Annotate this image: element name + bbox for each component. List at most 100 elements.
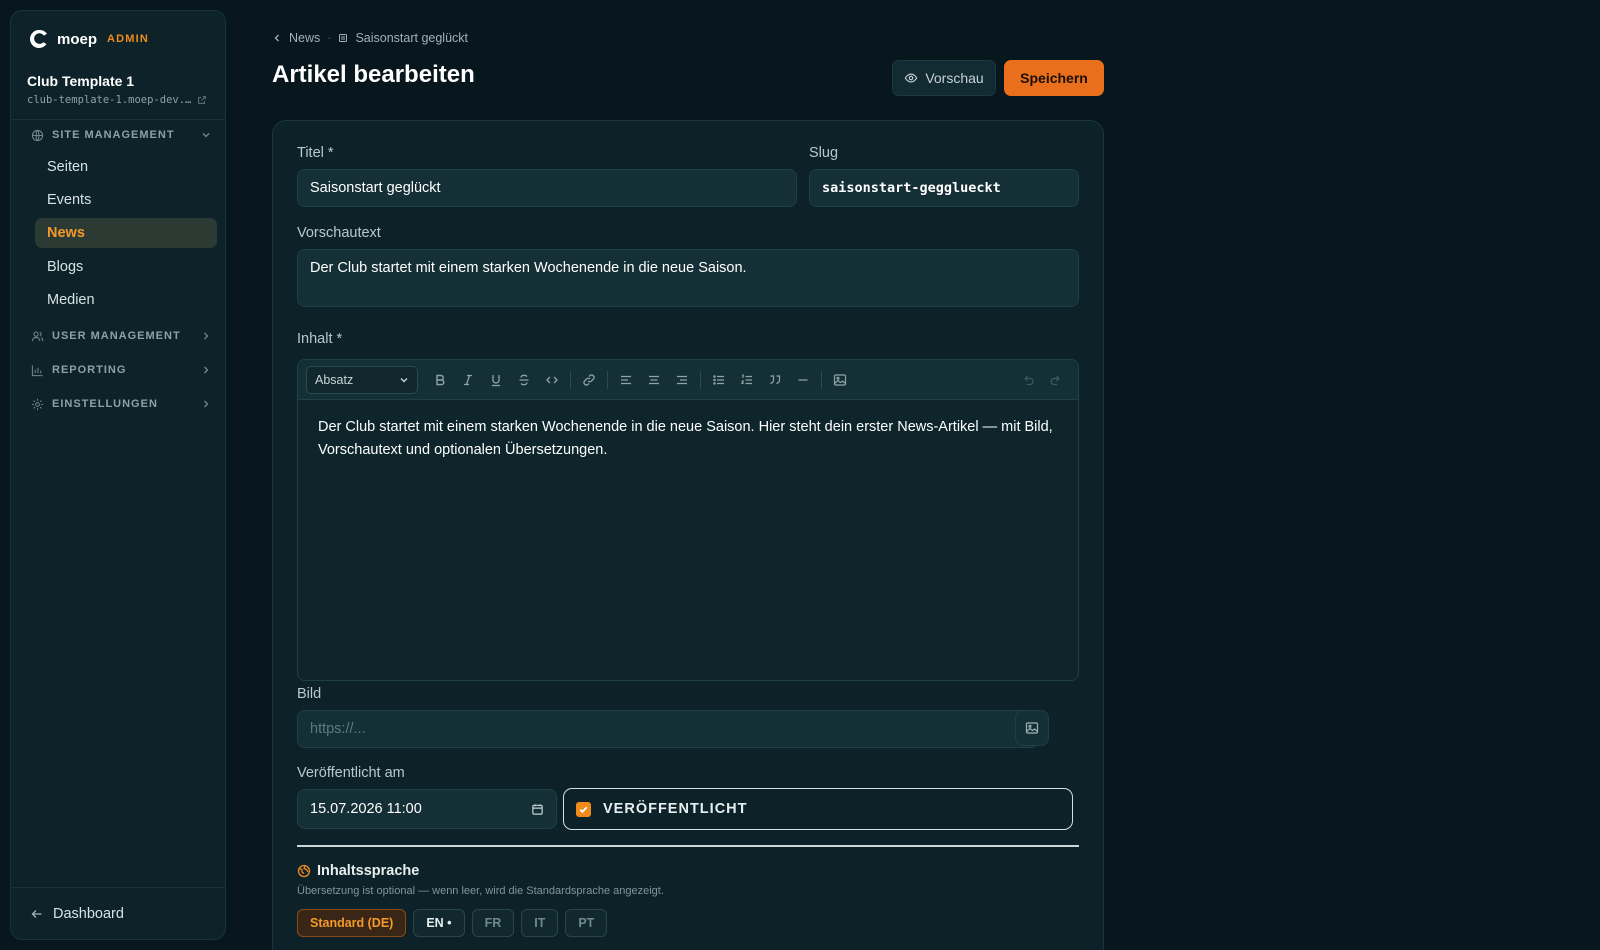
sidebar-item-medien[interactable]: Medien — [35, 285, 217, 315]
align-right-button[interactable] — [668, 366, 696, 394]
breadcrumb: News · Saisonstart geglückt — [272, 31, 468, 45]
align-center-icon — [649, 375, 659, 384]
title-input[interactable]: Saisonstart geglückt — [297, 169, 797, 207]
undo-icon — [1024, 375, 1034, 385]
bar-chart-icon — [31, 364, 43, 376]
bold-button[interactable] — [426, 366, 454, 394]
align-left-icon — [621, 375, 631, 384]
block-format-value: Absatz — [315, 372, 354, 387]
preview-button[interactable]: Vorschau — [892, 60, 996, 96]
chevron-down-icon — [400, 377, 408, 382]
tab-language-en[interactable]: EN • — [413, 909, 465, 937]
chevron-right-icon — [204, 400, 209, 408]
published-at-input[interactable]: 15.07.2026 11:00 — [297, 789, 557, 829]
redo-button[interactable] — [1042, 366, 1070, 394]
sidebar-item-blogs[interactable]: Blogs — [35, 252, 217, 282]
external-link-icon — [198, 96, 207, 104]
ordered-list-icon — [741, 373, 752, 384]
undo-button[interactable] — [1014, 366, 1042, 394]
bullet-list-button[interactable] — [705, 366, 733, 394]
published-toggle[interactable]: VERÖFFENTLICHT — [563, 788, 1073, 830]
image-icon — [833, 373, 847, 386]
pick-image-button[interactable] — [1015, 710, 1049, 746]
site-domain: club-template-1.moep-dev.… — [27, 94, 192, 106]
section-label: SITE MANAGEMENT — [52, 129, 175, 141]
content-language-title: Inhaltssprache — [317, 863, 420, 879]
section-user-management[interactable]: USER MANAGEMENT — [31, 326, 211, 346]
arrow-left-icon — [31, 909, 42, 918]
excerpt-textarea[interactable]: Der Club startet mit einem starken Woche… — [297, 249, 1079, 307]
slug-input[interactable]: saisonstart-gegglueckt — [809, 169, 1079, 207]
tab-language-pt[interactable]: PT — [565, 909, 608, 937]
tab-language-it[interactable]: IT — [521, 909, 559, 937]
quote-button[interactable] — [761, 366, 789, 394]
italic-icon — [464, 374, 472, 385]
redo-icon — [1050, 375, 1060, 385]
italic-button[interactable] — [454, 366, 482, 394]
bullet-list-icon — [713, 374, 724, 385]
tab-language-de[interactable]: Standard (DE) — [297, 909, 407, 937]
calendar-icon[interactable] — [531, 803, 544, 816]
published-checkbox[interactable] — [576, 801, 591, 817]
insert-image-button[interactable] — [826, 366, 854, 394]
page-title: Artikel bearbeiten — [272, 61, 475, 88]
users-icon — [31, 331, 44, 341]
toolbar-separator — [700, 370, 701, 389]
article-form-card: Titel * Saisonstart geglückt Slug saison… — [272, 120, 1104, 950]
align-left-button[interactable] — [612, 366, 640, 394]
strikethrough-button[interactable] — [510, 366, 538, 394]
breadcrumb-current: Saisonstart geglückt — [355, 31, 468, 45]
site-title: Club Template 1 — [27, 73, 135, 89]
editor-content[interactable]: Der Club startet mit einem starken Woche… — [318, 416, 1058, 462]
section-divider — [297, 845, 1079, 847]
brand[interactable]: moep ADMIN — [27, 27, 149, 51]
sidebar-item-events[interactable]: Events — [35, 185, 217, 215]
checkmark-icon — [579, 806, 588, 813]
toolbar-separator — [570, 370, 571, 389]
code-button[interactable] — [538, 366, 566, 394]
content-language-hint: Übersetzung ist optional — wenn leer, wi… — [297, 885, 664, 897]
chevron-left-icon[interactable] — [272, 33, 282, 43]
chevron-down-icon — [202, 133, 210, 138]
site-domain-link[interactable]: club-template-1.moep-dev.… — [27, 94, 207, 106]
excerpt-label: Vorschautext — [297, 225, 381, 241]
section-label: EINSTELLUNGEN — [52, 398, 158, 410]
language-globe-icon — [297, 864, 311, 878]
dashboard-label: Dashboard — [53, 905, 124, 922]
underline-icon — [492, 374, 500, 386]
published-label: VERÖFFENTLICHT — [603, 801, 748, 817]
horizontal-rule-button[interactable] — [789, 366, 817, 394]
sidebar-item-news[interactable]: News — [35, 218, 217, 248]
image-label: Bild — [297, 686, 322, 702]
dashboard-link[interactable]: Dashboard — [11, 887, 225, 939]
underline-button[interactable] — [482, 366, 510, 394]
image-url-input[interactable]: https://... — [297, 710, 1039, 748]
quote-icon — [770, 374, 781, 384]
admin-badge: ADMIN — [107, 33, 150, 45]
tab-language-fr[interactable]: FR — [471, 909, 515, 937]
ordered-list-button[interactable] — [733, 366, 761, 394]
link-icon — [583, 373, 595, 386]
sidebar-divider — [11, 119, 225, 120]
horizontal-rule-icon — [798, 378, 808, 381]
block-format-select[interactable]: Absatz — [306, 365, 418, 394]
published-at-value: 15.07.2026 11:00 — [310, 801, 422, 817]
link-button[interactable] — [575, 366, 603, 394]
section-reporting[interactable]: REPORTING — [31, 360, 211, 380]
brand-name: moep — [57, 30, 98, 48]
save-button[interactable]: Speichern — [1004, 60, 1104, 96]
breadcrumb-news-link[interactable]: News — [289, 31, 320, 45]
section-einstellungen[interactable]: EINSTELLUNGEN — [31, 394, 211, 414]
preview-label: Vorschau — [925, 70, 984, 86]
moep-logo-icon — [30, 29, 47, 48]
align-center-button[interactable] — [640, 366, 668, 394]
align-right-icon — [677, 375, 687, 384]
section-site-management[interactable]: SITE MANAGEMENT — [31, 125, 211, 145]
breadcrumb-separator: · — [327, 31, 332, 45]
code-icon — [546, 376, 558, 383]
slug-label: Slug — [809, 145, 839, 161]
rich-text-editor: Absatz Der Club startet mit einem starke… — [297, 359, 1079, 681]
eye-icon — [904, 73, 918, 83]
title-label: Titel * — [297, 145, 334, 161]
sidebar-item-seiten[interactable]: Seiten — [35, 152, 217, 182]
